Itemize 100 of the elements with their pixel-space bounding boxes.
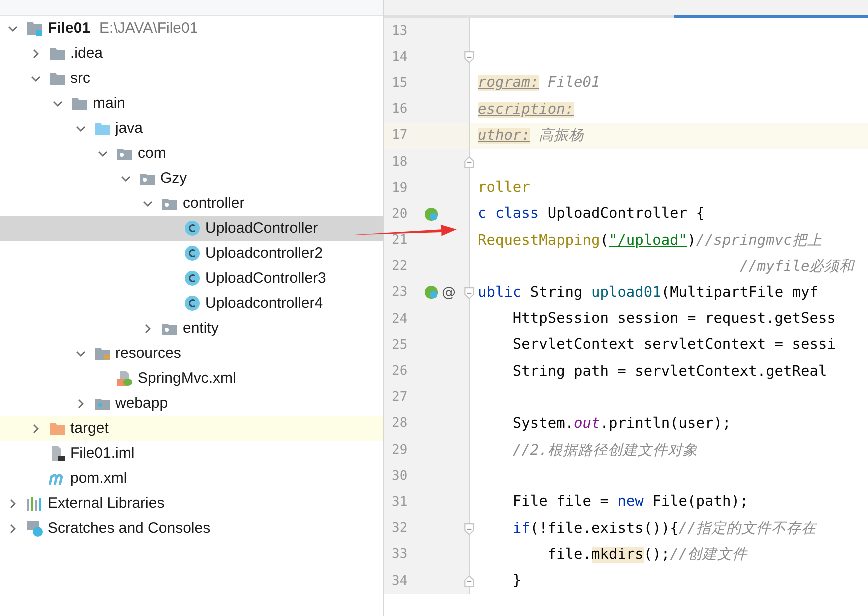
class-icon — [184, 295, 200, 312]
chevron-right-icon[interactable] — [76, 398, 86, 408]
chevron-down-icon[interactable] — [30, 74, 40, 84]
tree-item[interactable]: Gzy — [0, 166, 383, 191]
module-folder-icon — [26, 20, 43, 37]
tree-item[interactable]: Scratches and Consoles — [0, 516, 383, 541]
item-label: src — [70, 70, 90, 87]
item-label: File01.iml — [70, 445, 135, 462]
project-path: E:\JAVA\File01 — [100, 20, 198, 37]
line-number: 26 — [391, 364, 409, 380]
code-line: uthor: 高振杨 — [478, 126, 584, 146]
tree-item[interactable]: resources — [0, 341, 383, 366]
item-label: Scratches and Consoles — [48, 520, 211, 537]
folder-icon — [48, 70, 66, 87]
chevron-down-icon[interactable] — [98, 148, 108, 158]
tree-item[interactable]: Uploadcontroller2 — [0, 241, 383, 266]
tree-item[interactable]: .idea — [0, 41, 383, 66]
code-line: ublic String upload01(MultipartFile myf — [478, 284, 818, 301]
code-line: c class UploadController { — [478, 206, 705, 222]
code-line: String path = servletContext.getReal — [512, 364, 828, 380]
chevron-down-icon[interactable] — [8, 24, 18, 34]
line-number: 23 — [391, 285, 409, 300]
tree-item[interactable]: Uploadcontroller4 — [0, 291, 383, 316]
tree-item[interactable]: UploadController3 — [0, 266, 383, 291]
code-line: } — [512, 573, 522, 590]
item-label: resources — [116, 345, 182, 362]
tree-item[interactable]: UploadController — [0, 216, 383, 241]
item-label: controller — [183, 195, 245, 212]
chevron-right-icon[interactable] — [8, 498, 18, 508]
code-line: System.out.println(user); — [512, 416, 732, 432]
tree-item[interactable]: entity — [0, 316, 383, 341]
line-number: 22 — [391, 259, 409, 274]
chevron-down-icon[interactable] — [76, 124, 86, 134]
chevron-down-icon[interactable] — [53, 98, 63, 108]
fold-marker-icon[interactable] — [464, 156, 475, 169]
tree-item[interactable]: src — [0, 66, 383, 91]
item-label: UploadController3 — [206, 270, 326, 287]
code-line: //2.根据路径创建文件对象 — [512, 442, 698, 460]
folder-icon — [71, 95, 88, 112]
tree-item[interactable]: main — [0, 91, 383, 116]
item-label: target — [70, 420, 109, 437]
folder-icon — [48, 420, 66, 437]
tree-item[interactable]: External Libraries — [0, 491, 383, 516]
chevron-down-icon[interactable] — [76, 348, 86, 358]
folder-icon — [48, 45, 66, 62]
item-label: SpringMvc.xml — [138, 370, 236, 387]
line-number: 28 — [391, 416, 409, 432]
chevron-down-icon[interactable] — [120, 174, 130, 184]
chevron-right-icon[interactable] — [8, 524, 18, 534]
code-line: roller — [478, 180, 530, 196]
tree-item[interactable]: com — [0, 141, 383, 166]
tree-item[interactable]: File01.iml — [0, 441, 383, 466]
item-label: main — [93, 95, 126, 112]
item-label: pom.xml — [70, 470, 128, 487]
line-number: 27 — [391, 390, 409, 406]
code-line: HttpSession session = request.getSess — [512, 311, 836, 328]
tree-item[interactable]: SpringMvc.xml — [0, 366, 383, 391]
code-line: file.mkdirs();//创建文件 — [546, 546, 748, 564]
tree-item[interactable]: File01 E:\JAVA\File01 — [0, 16, 383, 41]
item-label: External Libraries — [48, 495, 165, 512]
chevron-right-icon[interactable] — [143, 324, 153, 334]
tree-item[interactable]: target — [0, 416, 383, 441]
item-label: .idea — [70, 45, 104, 62]
tree-item[interactable]: pom.xml — [0, 466, 383, 491]
class-icon — [184, 220, 200, 237]
line-number: 32 — [391, 521, 409, 536]
line-number: 31 — [391, 494, 409, 510]
tree-item[interactable]: controller — [0, 191, 383, 216]
fold-marker-icon[interactable] — [464, 574, 475, 588]
code-line: if(!file.exists()){//指定的文件不存在 — [512, 520, 816, 538]
code-line: File file = new File(path); — [512, 494, 749, 510]
item-label: Uploadcontroller4 — [206, 295, 324, 312]
item-label: Uploadcontroller2 — [206, 245, 324, 262]
tree-item[interactable]: java — [0, 116, 383, 141]
resources-folder-icon — [94, 345, 110, 362]
item-label: com — [138, 145, 166, 162]
line-number: 19 — [391, 180, 409, 196]
folder-icon — [94, 120, 110, 137]
code-line: ServletContext servletContext = sessi — [512, 337, 836, 354]
class-icon — [184, 270, 200, 287]
override-mark[interactable]: @ — [442, 284, 456, 301]
fold-marker-icon[interactable] — [464, 286, 475, 300]
item-label: entity — [183, 320, 219, 337]
line-number: 25 — [391, 338, 409, 353]
line-number: 20 — [391, 206, 409, 222]
code-line: RequestMapping("/upload")//springmvc把上 — [478, 232, 822, 250]
chevron-right-icon[interactable] — [30, 424, 40, 434]
code-line: //myfile必须和 — [738, 258, 855, 276]
chevron-right-icon[interactable] — [30, 48, 40, 58]
line-number: 29 — [391, 442, 409, 458]
fold-marker-icon[interactable] — [464, 522, 475, 536]
line-number: 21 — [391, 233, 409, 248]
line-number: 13 — [391, 24, 409, 39]
library-icon — [26, 495, 43, 512]
fold-marker-icon[interactable] — [464, 51, 475, 64]
line-number: 17 — [391, 128, 409, 144]
item-label: File01 — [48, 20, 91, 37]
xml-file-icon — [116, 370, 133, 387]
tree-item[interactable]: webapp — [0, 391, 383, 416]
chevron-down-icon[interactable] — [143, 198, 153, 208]
